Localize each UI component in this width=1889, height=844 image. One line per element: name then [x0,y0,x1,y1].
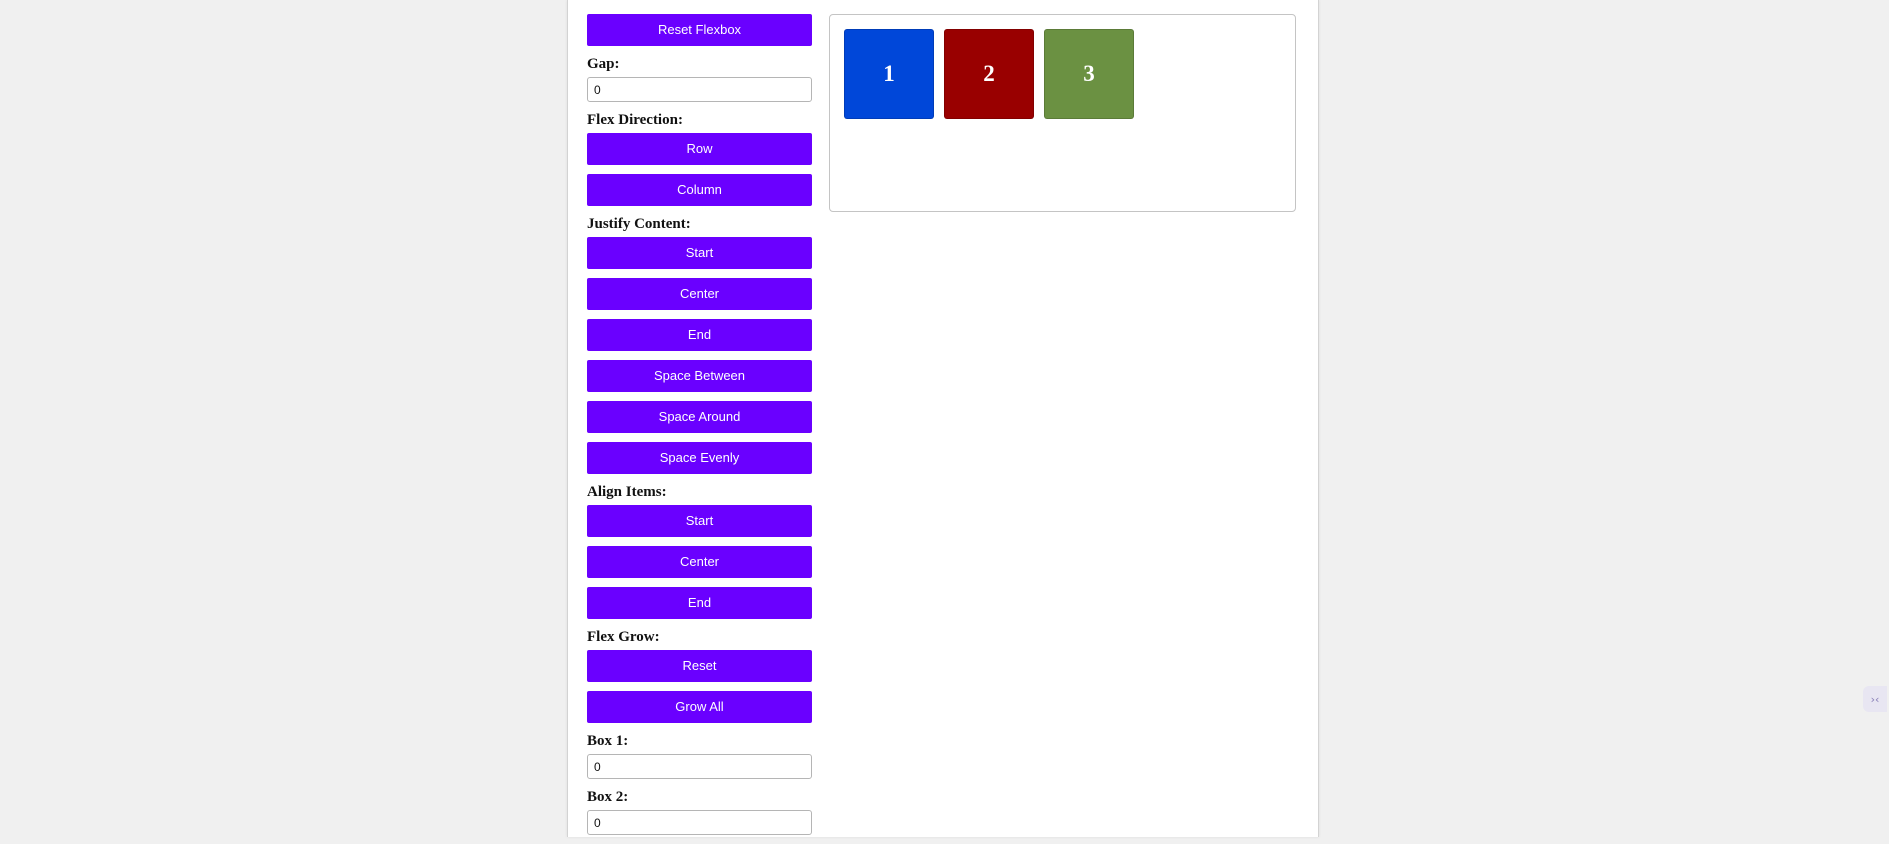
justify-content-label: Justify Content: [587,216,691,232]
grow-reset-button[interactable]: Reset [587,650,812,682]
flex-container: 1 2 3 [829,14,1296,212]
flex-grow-label: Flex Grow: [587,629,660,645]
flex-box-1: 1 [844,29,934,119]
reset-flexbox-button[interactable]: Reset Flexbox [587,14,812,46]
page-panel: Reset Flexbox Gap: Flex Direction: Row C… [567,0,1319,837]
row-button[interactable]: Row [587,133,812,165]
justify-end-button[interactable]: End [587,319,812,351]
flex-box-2: 2 [944,29,1034,119]
justify-center-button[interactable]: Center [587,278,812,310]
flex-direction-label: Flex Direction: [587,112,683,128]
box2-label: Box 2: [587,789,629,805]
align-start-button[interactable]: Start [587,505,812,537]
flex-box-3: 3 [1044,29,1134,119]
column-button[interactable]: Column [587,174,812,206]
gap-input[interactable] [587,77,812,102]
space-around-button[interactable]: Space Around [587,401,812,433]
align-center-button[interactable]: Center [587,546,812,578]
space-between-button[interactable]: Space Between [587,360,812,392]
box1-label: Box 1: [587,733,629,749]
grow-all-button[interactable]: Grow All [587,691,812,723]
space-evenly-button[interactable]: Space Evenly [587,442,812,474]
align-end-button[interactable]: End [587,587,812,619]
justify-start-button[interactable]: Start [587,237,812,269]
box2-grow-input[interactable] [587,810,812,835]
collapse-arrows-icon[interactable]: ›‹ [1863,686,1887,712]
collapse-arrows-glyph: ›‹ [1870,692,1880,706]
box1-grow-input[interactable] [587,754,812,779]
align-items-label: Align Items: [587,484,667,500]
controls-panel: Reset Flexbox Gap: Flex Direction: Row C… [587,14,812,844]
gap-label: Gap: [587,56,620,72]
